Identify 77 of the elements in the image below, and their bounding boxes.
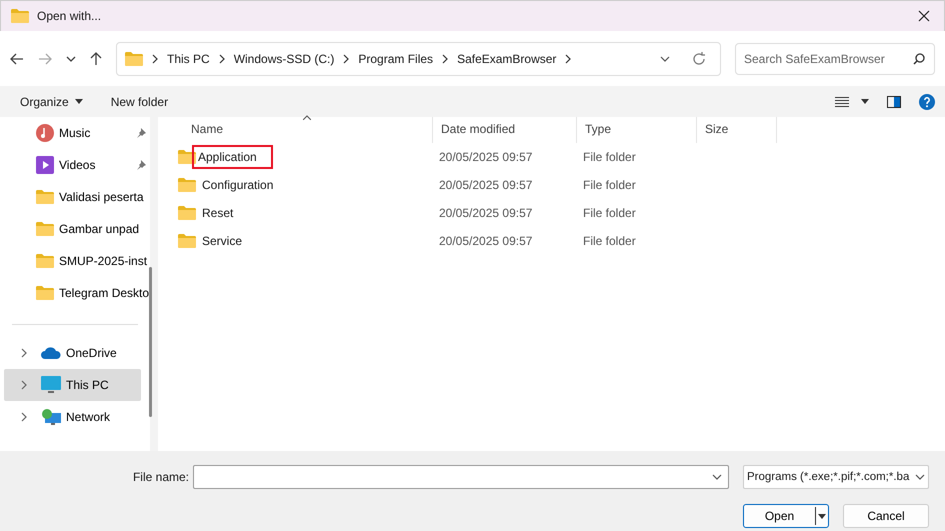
preview-pane-button[interactable] — [887, 96, 901, 108]
chevron-icon — [218, 54, 226, 64]
sort-icon — [303, 115, 311, 120]
cancel-button[interactable]: Cancel — [843, 504, 929, 528]
folder-icon — [11, 9, 29, 23]
table-cell-text: 20/05/2025 09:57 — [438, 178, 534, 192]
chevron-icon — [564, 54, 572, 64]
folder-icon — [36, 190, 54, 204]
table-cell-text: File folder — [582, 178, 637, 192]
monitor-icon — [41, 376, 61, 394]
chevron-icon — [342, 54, 350, 64]
chevron-icon — [441, 54, 450, 64]
breadcrumb-item[interactable]: Program Files — [358, 52, 434, 66]
sidebar-item[interactable]: Music — [0, 117, 150, 149]
sidebar-item[interactable]: Validasi peserta — [0, 181, 150, 213]
dropdown-icon — [712, 474, 722, 480]
sidebar-item[interactable]: OneDrive — [4, 337, 141, 369]
table-cell-text: 20/05/2025 09:57 — [438, 150, 534, 164]
column-header[interactable]: Date modified — [433, 117, 577, 143]
breadcrumb-item[interactable]: This PC — [167, 52, 210, 66]
close-icon — [918, 10, 930, 22]
folder-icon — [178, 178, 196, 192]
chevron-icon — [20, 348, 28, 358]
file-type-dropdown[interactable]: Programs (*.exe;*.pif;*.com;*.ba — [743, 464, 929, 489]
caret-icon — [861, 99, 869, 104]
caret-icon — [818, 514, 826, 519]
refresh-icon[interactable] — [692, 52, 706, 66]
breadcrumb-item[interactable]: Windows-SSD (C:) — [234, 52, 334, 66]
file-name[interactable]: Application — [194, 147, 271, 167]
dropdown-icon — [915, 474, 926, 480]
video-icon — [36, 156, 54, 174]
file-name-field[interactable] — [193, 464, 729, 489]
file-name[interactable]: Configuration — [200, 175, 276, 195]
address-bar[interactable]: This PC Windows-SSD (C:) Program Files SafeExamBrowser — [116, 42, 721, 76]
file-name-label: File name: — [132, 470, 189, 484]
sidebar-item[interactable]: This PC — [4, 369, 141, 401]
folder-icon — [36, 222, 54, 236]
up-button[interactable] — [90, 52, 102, 66]
file-name[interactable]: Reset — [200, 203, 236, 223]
recent-button[interactable] — [66, 56, 76, 62]
table-cell-text: File folder — [582, 150, 637, 164]
sidebar-item[interactable]: SMUP-2025-inst — [0, 245, 150, 277]
table-cell-text: File folder — [582, 206, 637, 220]
table-cell-text: File folder — [582, 234, 637, 248]
organize-button[interactable]: Organize — [20, 94, 83, 108]
chevron-icon — [20, 412, 28, 422]
column-header[interactable]: Name — [158, 117, 433, 143]
back-button[interactable] — [10, 52, 24, 64]
table-cell-text: 20/05/2025 09:57 — [438, 234, 534, 248]
chevron-icon — [20, 380, 28, 390]
caret-icon — [74, 99, 83, 104]
table-cell-text: 20/05/2025 09:57 — [438, 206, 534, 220]
music-icon — [36, 124, 54, 142]
column-header[interactable]: Size — [697, 117, 777, 143]
folder-icon — [178, 206, 196, 220]
network-icon — [41, 408, 61, 426]
folder-icon — [36, 286, 54, 300]
folder-icon — [36, 254, 54, 268]
sidebar-item[interactable]: Gambar unpad — [0, 213, 150, 245]
new-folder-button[interactable]: New folder — [110, 94, 168, 108]
dropdown-icon[interactable] — [660, 56, 670, 62]
file-name[interactable]: Service — [200, 231, 244, 251]
open-button[interactable]: Open — [743, 504, 829, 528]
cloud-icon — [41, 347, 61, 359]
breadcrumb-item[interactable]: SafeExamBrowser — [457, 52, 556, 66]
help-button[interactable] — [919, 94, 935, 110]
view-button[interactable] — [835, 96, 869, 106]
scrollbar[interactable] — [149, 267, 152, 417]
search-icon — [913, 52, 925, 64]
search-field[interactable]: Search SafeExamBrowser — [735, 42, 935, 74]
sidebar-item[interactable]: Videos — [0, 149, 150, 181]
folder-icon — [125, 52, 143, 66]
chevron-icon — [151, 54, 159, 64]
window-title: Open with... — [37, 9, 102, 23]
folder-icon — [178, 234, 196, 248]
sidebar-item[interactable]: Network — [4, 401, 141, 433]
column-header[interactable]: Type — [577, 117, 697, 143]
